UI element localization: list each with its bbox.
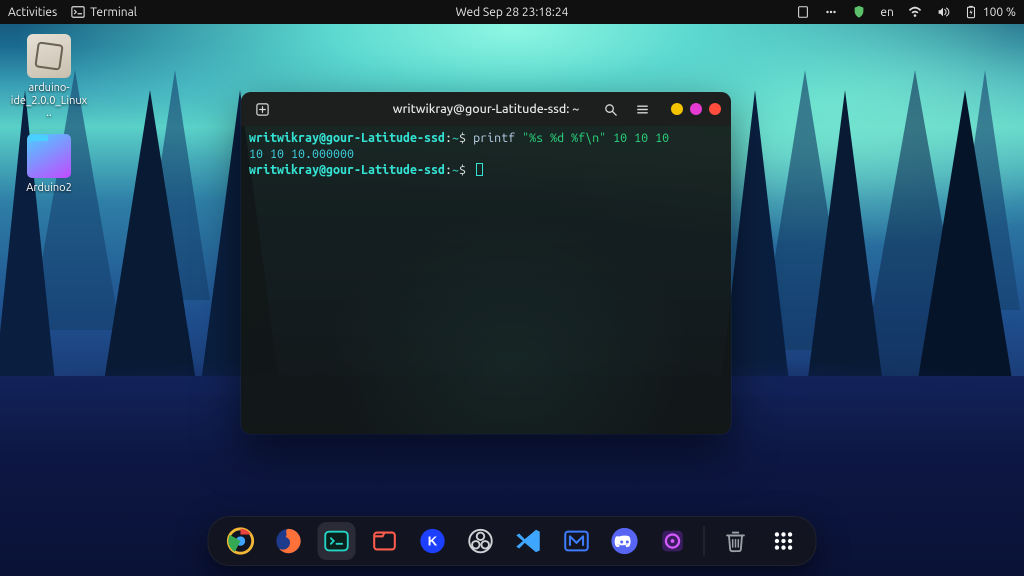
dock-item-terminal[interactable] bbox=[318, 522, 356, 560]
battery-icon bbox=[964, 5, 978, 19]
language-label: en bbox=[880, 6, 893, 19]
battery-text: 100 % bbox=[983, 6, 1016, 19]
file-icon bbox=[27, 34, 71, 78]
dock-item-files[interactable] bbox=[366, 522, 404, 560]
dock-item-discord[interactable] bbox=[606, 522, 644, 560]
desktop-icons: arduino-ide_2.0.0_Linux.. Arduino2 bbox=[10, 34, 88, 209]
dock-item-mega[interactable] bbox=[558, 522, 596, 560]
dock-item-firefox[interactable] bbox=[270, 522, 308, 560]
dock-item-kdenlive[interactable]: K bbox=[414, 522, 452, 560]
dock-item-obs[interactable] bbox=[462, 522, 500, 560]
activities-label: Activities bbox=[8, 6, 57, 19]
top-bar: Activities Terminal Wed Sep 28 23:18:24 … bbox=[0, 0, 1024, 24]
command-tail-args: 10 10 10 bbox=[606, 131, 669, 145]
prompt-user: writwikray@gour-Latitude-ssd bbox=[249, 163, 445, 177]
desktop-icon-label: arduino-ide_2.0.0_Linux.. bbox=[10, 82, 88, 120]
volume-icon[interactable] bbox=[936, 5, 950, 19]
dock-item-software[interactable] bbox=[654, 522, 692, 560]
clock-text: Wed Sep 28 23:18:24 bbox=[456, 6, 569, 19]
prompt-symbol: $ bbox=[459, 131, 466, 145]
shield-icon[interactable] bbox=[852, 5, 866, 19]
window-controls bbox=[671, 103, 721, 115]
dock-item-vscode[interactable] bbox=[510, 522, 548, 560]
wifi-icon[interactable] bbox=[908, 5, 922, 19]
terminal-window[interactable]: writwikray@gour-Latitude-ssd: ~ writwikr… bbox=[241, 92, 731, 434]
desktop-icon-arduino-ide[interactable]: arduino-ide_2.0.0_Linux.. bbox=[10, 34, 88, 120]
active-app-label: Terminal bbox=[90, 6, 137, 19]
terminal-cursor bbox=[476, 163, 483, 176]
dock: K bbox=[208, 516, 817, 566]
terminal-titlebar[interactable]: writwikray@gour-Latitude-ssd: ~ bbox=[241, 92, 731, 126]
clock[interactable]: Wed Sep 28 23:18:24 bbox=[456, 6, 569, 19]
prompt-symbol: $ bbox=[459, 163, 466, 177]
battery-indicator[interactable]: 100 % bbox=[964, 5, 1016, 19]
terminal-title: writwikray@gour-Latitude-ssd: ~ bbox=[393, 102, 580, 116]
command-output: 10 10 10.000000 bbox=[249, 147, 354, 161]
tray-indicator-icon[interactable] bbox=[796, 5, 810, 19]
more-icon[interactable] bbox=[824, 5, 838, 19]
dock-separator bbox=[704, 526, 705, 556]
prompt-path: ~ bbox=[452, 163, 459, 177]
dock-item-trash[interactable] bbox=[717, 522, 755, 560]
active-app-indicator[interactable]: Terminal bbox=[71, 5, 137, 19]
prompt-user: writwikray@gour-Latitude-ssd bbox=[249, 131, 445, 145]
prompt-path: ~ bbox=[452, 131, 459, 145]
command-string-arg: "%s %d %f\n" bbox=[522, 131, 606, 145]
terminal-body[interactable]: writwikray@gour-Latitude-ssd:~$ printf "… bbox=[241, 126, 731, 434]
hamburger-menu-button[interactable] bbox=[631, 98, 653, 120]
minimize-button[interactable] bbox=[671, 103, 683, 115]
search-button[interactable] bbox=[599, 98, 621, 120]
activities-button[interactable]: Activities bbox=[8, 6, 57, 19]
dock-item-show-apps[interactable] bbox=[765, 522, 803, 560]
language-indicator[interactable]: en bbox=[880, 6, 893, 19]
svg-text:K: K bbox=[428, 534, 438, 549]
close-button[interactable] bbox=[709, 103, 721, 115]
maximize-button[interactable] bbox=[690, 103, 702, 115]
new-tab-button[interactable] bbox=[251, 98, 273, 120]
terminal-icon bbox=[71, 5, 85, 19]
command-name: printf bbox=[473, 131, 515, 145]
desktop-icon-label: Arduino2 bbox=[26, 182, 72, 195]
folder-icon bbox=[27, 134, 71, 178]
desktop-icon-arduino2-folder[interactable]: Arduino2 bbox=[10, 134, 88, 195]
dock-item-chrome[interactable] bbox=[222, 522, 260, 560]
